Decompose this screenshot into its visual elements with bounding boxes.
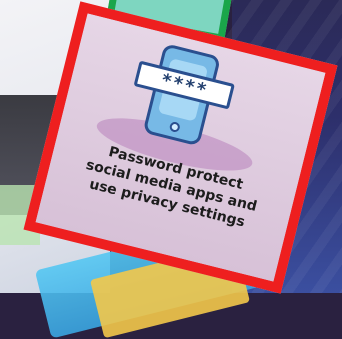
phone-home-button: [168, 120, 181, 134]
